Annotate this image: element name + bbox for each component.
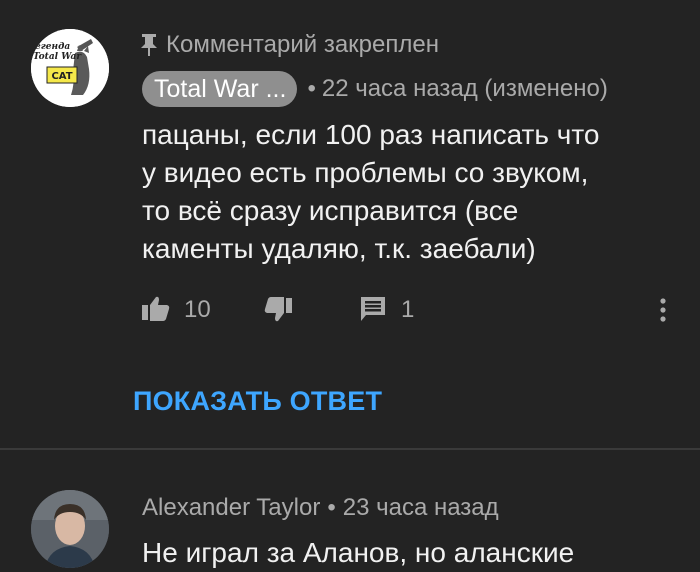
comment-line: пацаны, если 100 раз написать что bbox=[142, 119, 600, 150]
avatar-badge-text: CAT bbox=[51, 71, 72, 82]
avatar-image bbox=[31, 490, 109, 568]
thumb-up-icon[interactable] bbox=[142, 294, 170, 322]
comment-body: Не играл за Аланов, но аланские bbox=[142, 537, 575, 568]
pinned-indicator: Комментарий закреплен bbox=[138, 28, 439, 62]
author-name[interactable]: Alexander Taylor bbox=[142, 494, 320, 522]
comment-line: каменты удаляю, т.к. заебали) bbox=[142, 233, 536, 264]
comment-meta: Alexander Taylor • 23 часа назад bbox=[142, 492, 499, 524]
comment-line: у видео есть проблемы со звуком, bbox=[142, 157, 589, 188]
more-vertical-icon[interactable] bbox=[658, 294, 668, 326]
pinned-label: Комментарий закреплен bbox=[166, 31, 439, 58]
meta-separator: • bbox=[307, 75, 316, 102]
comment-actions: 10 1 bbox=[142, 290, 672, 330]
comment-line: то всё сразу исправится (все bbox=[142, 195, 519, 226]
avatar-title-line1: егенда bbox=[35, 42, 70, 52]
show-reply-button[interactable]: ПОКАЗАТЬ ОТВЕТ bbox=[133, 386, 382, 417]
avatar[interactable]: CAT егенда Total War bbox=[31, 29, 109, 107]
author-name-chip[interactable]: Total War ... bbox=[142, 71, 298, 107]
thumb-down-icon[interactable] bbox=[264, 296, 292, 324]
pinned-comment: CAT егенда Total War Комментарий закрепл… bbox=[0, 0, 700, 448]
like-count: 10 bbox=[184, 296, 211, 323]
avatar[interactable] bbox=[31, 490, 109, 568]
comment-time[interactable]: 23 часа назад bbox=[343, 494, 499, 522]
reply-comment-icon[interactable] bbox=[360, 296, 386, 322]
comment-time[interactable]: 22 часа назад (изменено) bbox=[322, 75, 608, 103]
comment-body: пацаны, если 100 раз написать что у виде… bbox=[142, 116, 672, 268]
reply-count: 1 bbox=[401, 296, 415, 323]
avatar-image: CAT егенда Total War bbox=[31, 29, 109, 107]
avatar-title-line2: Total War bbox=[33, 52, 82, 62]
pin-icon bbox=[141, 34, 157, 56]
comment-meta: Total War ... • 22 часа назад (изменено) bbox=[142, 69, 608, 109]
divider bbox=[0, 448, 700, 450]
meta-separator: • bbox=[327, 494, 336, 521]
